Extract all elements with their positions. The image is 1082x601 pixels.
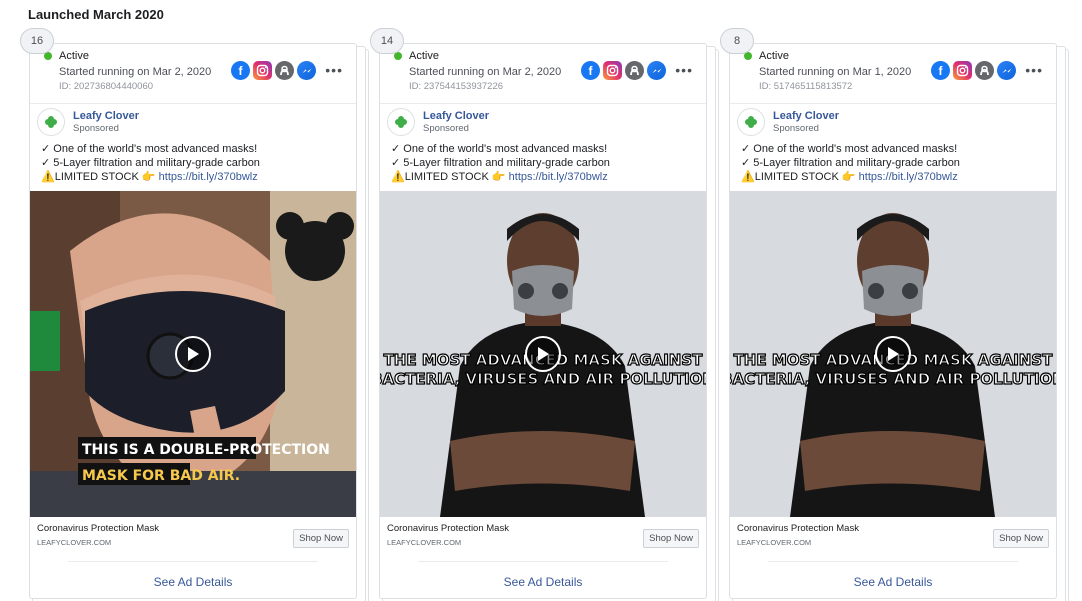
- shop-now-button[interactable]: Shop Now: [293, 529, 349, 548]
- advertiser-logo[interactable]: [37, 108, 65, 136]
- audience-network-icon: [975, 61, 994, 80]
- ad-card-header: Active Started running on Mar 2, 2020 ID…: [394, 50, 696, 96]
- video-caption-line: BACTERIA, VIRUSES AND AIR POLLUTION: [730, 370, 1056, 388]
- header-divider: [730, 103, 1056, 104]
- call-to-action-row: Coronavirus Protection Mask LEAFYCLOVER.…: [737, 523, 1049, 551]
- status-text: Active: [759, 50, 789, 62]
- facebook-icon: f: [581, 61, 600, 80]
- ad-id-text: ID: 517465115813572: [759, 81, 853, 92]
- platform-icons: f: [231, 61, 316, 80]
- ad-card: 14 Active Started running on Mar 2, 2020…: [370, 28, 707, 599]
- header-divider: [380, 103, 706, 104]
- ad-id-text: ID: 202736804440060: [59, 81, 154, 92]
- play-button-icon[interactable]: [175, 336, 211, 372]
- ad-count-badge[interactable]: 14: [370, 28, 404, 54]
- ad-card: 16 Active Started running on Mar 2, 2020…: [20, 28, 357, 599]
- platform-icons: f: [931, 61, 1016, 80]
- ad-link[interactable]: https://bit.ly/370bwlz: [509, 171, 608, 183]
- see-ad-details-link[interactable]: See Ad Details: [30, 575, 356, 589]
- ad-card-stack: 14 Active Started running on Mar 2, 2020…: [370, 28, 719, 601]
- instagram-icon: [603, 61, 622, 80]
- ad-card-header: Active Started running on Mar 1, 2020 ID…: [744, 50, 1046, 96]
- facebook-icon: f: [231, 61, 250, 80]
- advertiser-name-link[interactable]: Leafy Clover: [73, 110, 139, 122]
- ad-body-line: ✓ One of the world's most advanced masks…: [741, 143, 958, 155]
- instagram-icon: [253, 61, 272, 80]
- more-options-icon[interactable]: •••: [1025, 62, 1043, 78]
- ad-body-line: ⚠️LIMITED STOCK 👉 https://bit.ly/370bwlz: [41, 170, 260, 184]
- ad-card-stack: 16 Active Started running on Mar 2, 2020…: [20, 28, 369, 601]
- play-button-icon[interactable]: [875, 336, 911, 372]
- audience-network-icon: [275, 61, 294, 80]
- sponsored-label: Sponsored: [773, 123, 819, 134]
- ad-id-text: ID: 237544153937226: [409, 81, 504, 92]
- clover-icon: [395, 116, 407, 128]
- ad-body-text: ✓ One of the world's most advanced masks…: [741, 142, 960, 184]
- platform-icons: f: [581, 61, 666, 80]
- messenger-icon: [297, 61, 316, 80]
- advertiser-logo[interactable]: [387, 108, 415, 136]
- ad-body-line: ✓ 5-Layer filtration and military-grade …: [41, 157, 260, 169]
- footer-divider: [68, 561, 318, 562]
- ad-card-stack: 8 Active Started running on Mar 1, 2020 …: [720, 28, 1069, 601]
- footer-divider: [768, 561, 1018, 562]
- limited-stock-text: ⚠️LIMITED STOCK 👉: [41, 171, 156, 183]
- ad-body-line: ✓ 5-Layer filtration and military-grade …: [391, 157, 610, 169]
- footer-divider: [418, 561, 668, 562]
- shop-now-button[interactable]: Shop Now: [643, 529, 699, 548]
- messenger-icon: [997, 61, 1016, 80]
- ad-count-badge[interactable]: 8: [720, 28, 754, 54]
- messenger-icon: [647, 61, 666, 80]
- advertiser-row: Leafy Clover Sponsored: [737, 108, 839, 136]
- ad-body-line: ⚠️LIMITED STOCK 👉 https://bit.ly/370bwlz: [741, 170, 960, 184]
- video-caption-line: MASK FOR BAD AIR.: [82, 468, 240, 484]
- instagram-icon: [953, 61, 972, 80]
- ad-video[interactable]: THE MOST ADVANCED MASK AGAINST BACTERIA, …: [380, 191, 706, 517]
- section-title: Launched March 2020: [28, 7, 164, 22]
- video-caption-line: THIS IS A DOUBLE-PROTECTION: [82, 442, 330, 458]
- play-button-icon[interactable]: [525, 336, 561, 372]
- advertiser-name-link[interactable]: Leafy Clover: [773, 110, 839, 122]
- audience-network-icon: [625, 61, 644, 80]
- video-caption-line: BACTERIA, VIRUSES AND AIR POLLUTION: [380, 370, 706, 388]
- see-ad-details-link[interactable]: See Ad Details: [730, 575, 1056, 589]
- sponsored-label: Sponsored: [423, 123, 469, 134]
- limited-stock-text: ⚠️LIMITED STOCK 👉: [741, 171, 856, 183]
- ad-body-line: ✓ One of the world's most advanced masks…: [41, 143, 258, 155]
- ad-count-badge[interactable]: 16: [20, 28, 54, 54]
- ad-card: 8 Active Started running on Mar 1, 2020 …: [720, 28, 1057, 599]
- ad-link[interactable]: https://bit.ly/370bwlz: [159, 171, 258, 183]
- ad-video[interactable]: THE MOST ADVANCED MASK AGAINST BACTERIA, …: [730, 191, 1056, 517]
- clover-icon: [45, 116, 57, 128]
- see-ad-details-link[interactable]: See Ad Details: [380, 575, 706, 589]
- call-to-action-row: Coronavirus Protection Mask LEAFYCLOVER.…: [37, 523, 349, 551]
- advertiser-row: Leafy Clover Sponsored: [37, 108, 139, 136]
- ad-body-text: ✓ One of the world's most advanced masks…: [41, 142, 260, 184]
- status-text: Active: [409, 50, 439, 62]
- facebook-icon: f: [931, 61, 950, 80]
- ad-link[interactable]: https://bit.ly/370bwlz: [859, 171, 958, 183]
- ad-body-line: ✓ One of the world's most advanced masks…: [391, 143, 608, 155]
- sponsored-label: Sponsored: [73, 123, 119, 134]
- call-to-action-row: Coronavirus Protection Mask LEAFYCLOVER.…: [387, 523, 699, 551]
- clover-icon: [745, 116, 757, 128]
- ad-body-text: ✓ One of the world's most advanced masks…: [391, 142, 610, 184]
- status-text: Active: [59, 50, 89, 62]
- ad-body-line: ⚠️LIMITED STOCK 👉 https://bit.ly/370bwlz: [391, 170, 610, 184]
- limited-stock-text: ⚠️LIMITED STOCK 👉: [391, 171, 506, 183]
- advertiser-logo[interactable]: [737, 108, 765, 136]
- more-options-icon[interactable]: •••: [675, 62, 693, 78]
- advertiser-row: Leafy Clover Sponsored: [387, 108, 489, 136]
- more-options-icon[interactable]: •••: [325, 62, 343, 78]
- shop-now-button[interactable]: Shop Now: [993, 529, 1049, 548]
- advertiser-name-link[interactable]: Leafy Clover: [423, 110, 489, 122]
- ad-card-header: Active Started running on Mar 2, 2020 ID…: [44, 50, 346, 96]
- ad-body-line: ✓ 5-Layer filtration and military-grade …: [741, 157, 960, 169]
- ad-video[interactable]: THIS IS A DOUBLE-PROTECTION MASK FOR BAD …: [30, 191, 356, 517]
- header-divider: [30, 103, 356, 104]
